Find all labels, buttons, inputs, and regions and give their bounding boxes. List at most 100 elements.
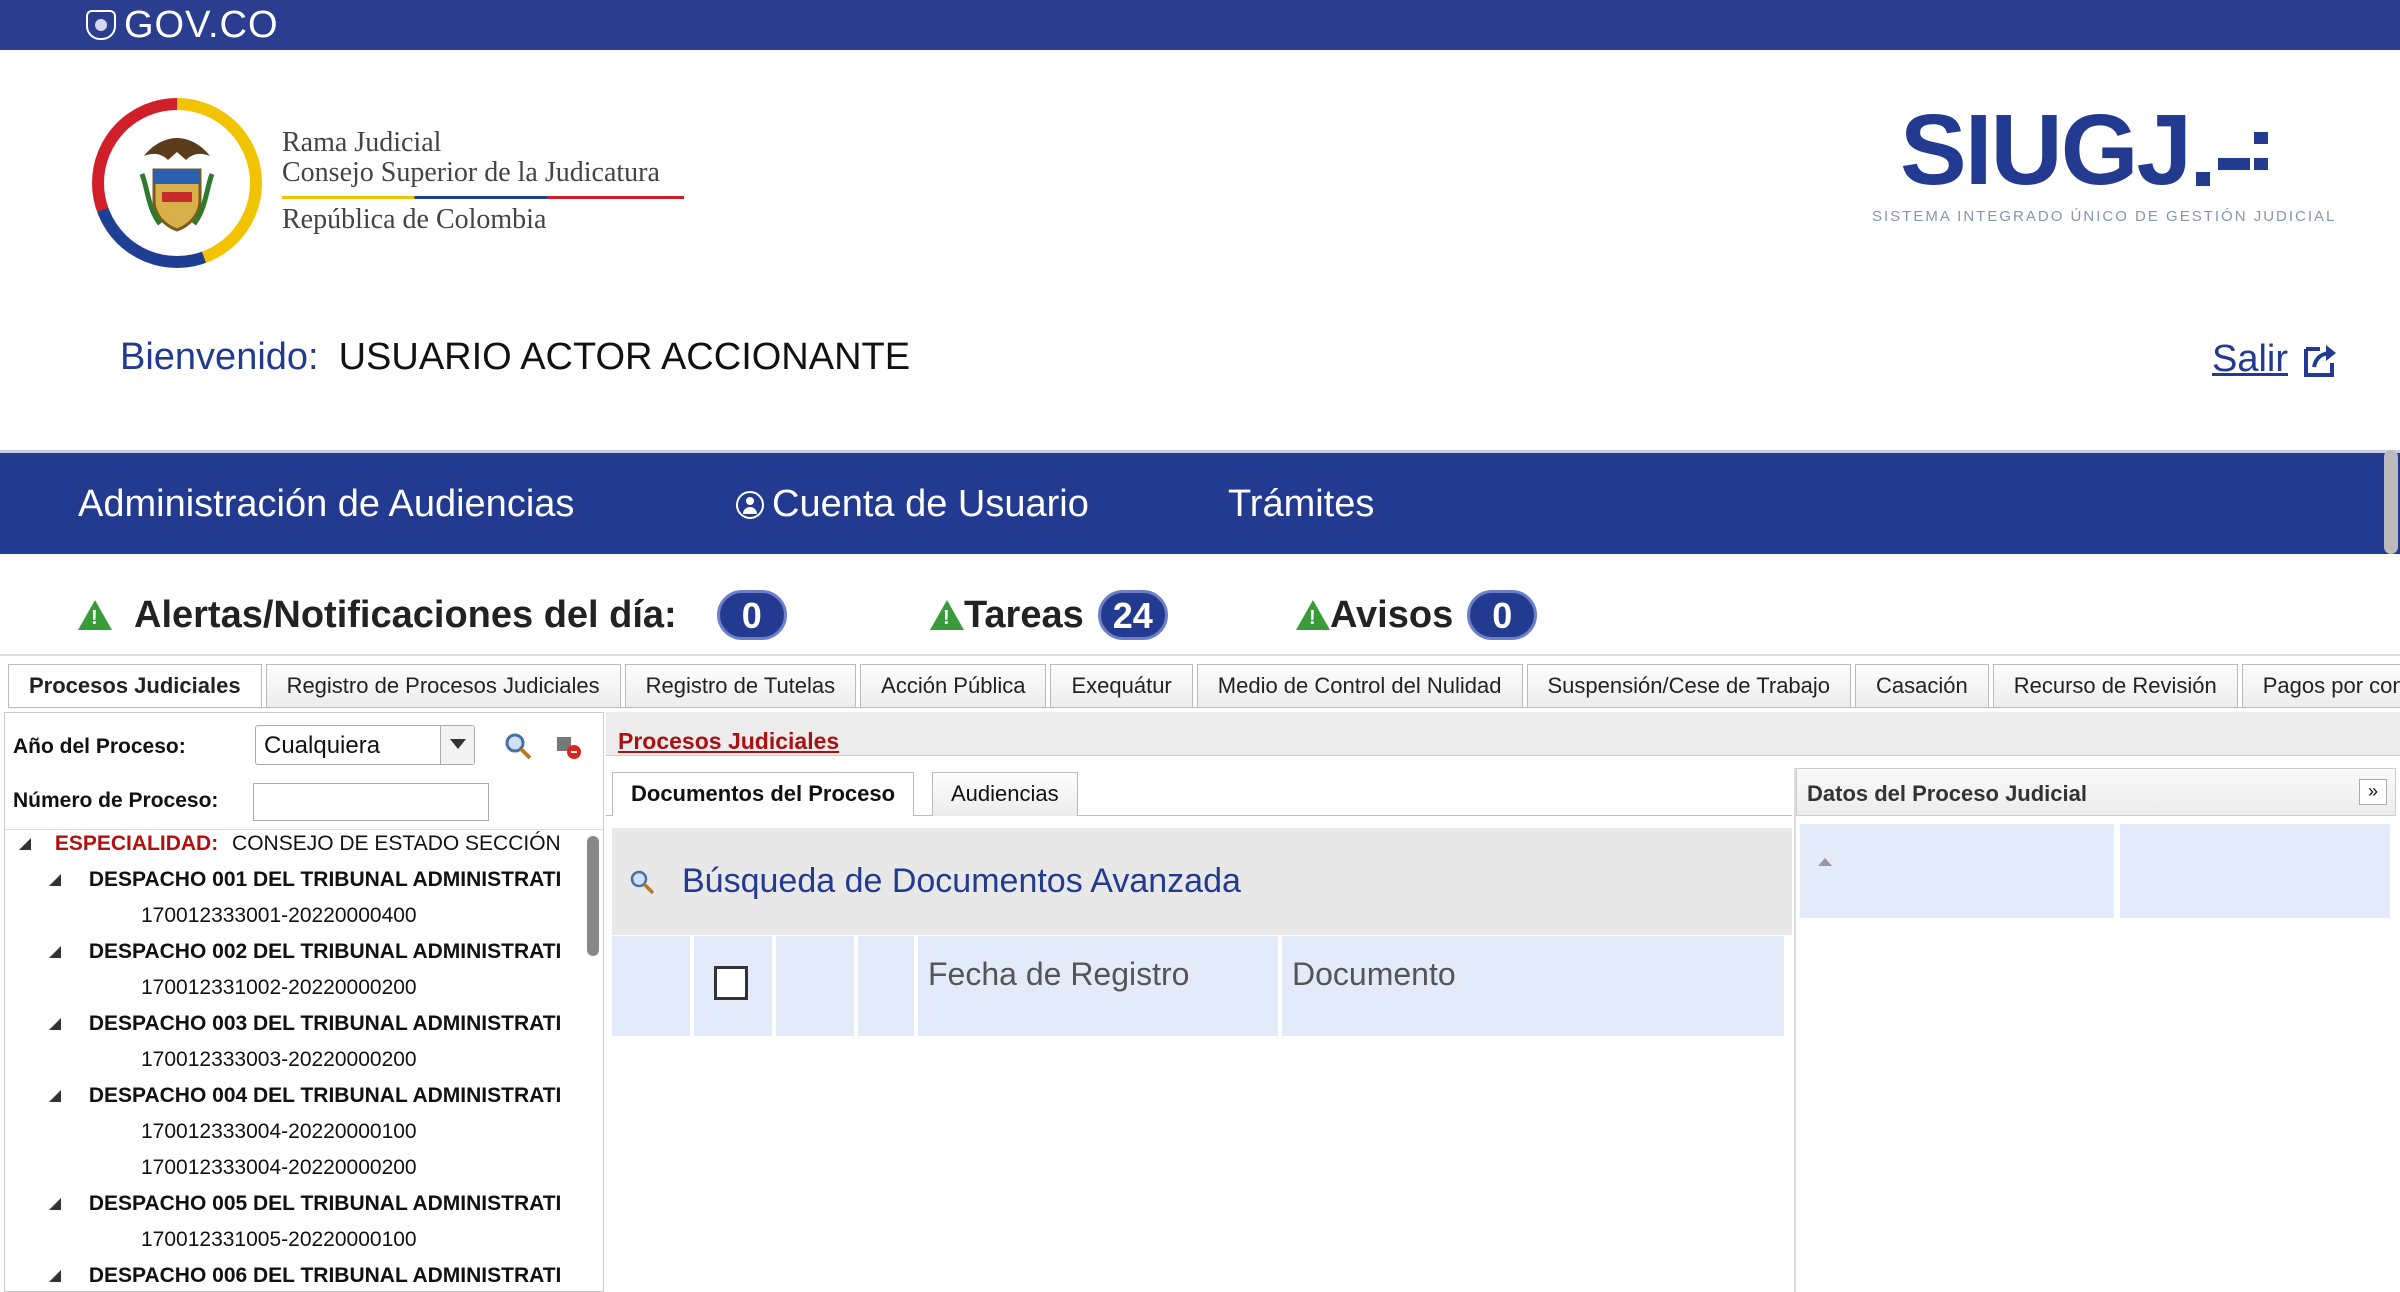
user-circle-icon bbox=[736, 490, 764, 519]
warning-icon bbox=[1296, 600, 1330, 630]
tree-proceso[interactable]: 170012333004-20220000200 bbox=[141, 1156, 417, 1180]
tree-despacho[interactable]: DESPACHO 004 DEL TRIBUNAL ADMINISTRATI bbox=[49, 1084, 561, 1108]
expand-icon bbox=[49, 1270, 61, 1282]
advanced-search-bar[interactable]: Búsqueda de Documentos Avanzada bbox=[612, 828, 1792, 938]
org-line3: República de Colombia bbox=[282, 204, 547, 235]
user-name: USUARIO ACTOR ACCIONANTE bbox=[338, 336, 911, 378]
tree-proceso[interactable]: 170012333001-20220000400 bbox=[141, 904, 417, 928]
tree-despacho[interactable]: DESPACHO 003 DEL TRIBUNAL ADMINISTRATI bbox=[49, 1012, 561, 1036]
alerts-label: Alertas/Notificaciones del día: bbox=[134, 593, 677, 636]
details-title: Datos del Proceso Judicial bbox=[1807, 781, 2087, 806]
gov-bar: GOV.CO bbox=[0, 0, 2400, 50]
nav-cuenta-usuario[interactable]: Cuenta de Usuario bbox=[736, 483, 1089, 526]
expand-icon bbox=[49, 874, 61, 886]
tab-registro-procesos[interactable]: Registro de Procesos Judiciales bbox=[265, 664, 621, 707]
column-header bbox=[612, 936, 690, 1036]
coat-of-arms-icon bbox=[139, 138, 215, 232]
process-tabs: Procesos Judiciales Registro de Procesos… bbox=[8, 664, 2400, 708]
main-nav: Administración de Audiencias Cuenta de U… bbox=[0, 450, 2400, 554]
alerts-notifications[interactable]: Alertas/Notificaciones del día: 0 bbox=[78, 590, 787, 640]
tree-proceso[interactable]: 170012333004-20220000100 bbox=[141, 1120, 417, 1144]
year-label: Año del Proceso: bbox=[13, 735, 186, 758]
nav-item-label: Trámites bbox=[1228, 483, 1375, 525]
logout-icon bbox=[2304, 344, 2337, 377]
process-details-panel: Datos del Proceso Judicial » bbox=[1794, 768, 2396, 1292]
nav-tramites[interactable]: Trámites bbox=[1228, 483, 1374, 526]
details-column-header[interactable] bbox=[1800, 824, 2114, 918]
tab-recurso-revision[interactable]: Recurso de Revisión bbox=[1992, 664, 2238, 707]
tree-scrollbar[interactable] bbox=[587, 836, 599, 956]
column-header-fecha-registro[interactable]: Fecha de Registro bbox=[918, 936, 1278, 1036]
welcome-banner: Bienvenido: USUARIO ACTOR ACCIONANTE bbox=[120, 336, 910, 379]
tab-medio-control-nulidad[interactable]: Medio de Control del Nulidad bbox=[1196, 664, 1523, 707]
tree-despacho[interactable]: DESPACHO 002 DEL TRIBUNAL ADMINISTRATI bbox=[49, 940, 561, 964]
collapse-panel-button[interactable]: » bbox=[2359, 779, 2387, 805]
logout-link[interactable]: Salir bbox=[2212, 338, 2340, 381]
sort-asc-icon bbox=[1818, 858, 1832, 866]
documents-table-header: Fecha de Registro Documento bbox=[612, 936, 1792, 1038]
tree-proceso[interactable]: 170012331002-20220000200 bbox=[141, 976, 417, 1000]
warning-icon bbox=[930, 600, 964, 630]
process-number-input[interactable] bbox=[253, 783, 489, 821]
details-column-header[interactable] bbox=[2120, 824, 2390, 918]
logout-label: Salir bbox=[2212, 338, 2289, 380]
avisos-count-badge: 0 bbox=[1467, 590, 1538, 640]
select-all-checkbox[interactable] bbox=[714, 966, 748, 1000]
tab-documentos-proceso[interactable]: Documentos del Proceso bbox=[612, 772, 915, 816]
tab-procesos-judiciales[interactable]: Procesos Judiciales bbox=[8, 664, 262, 707]
avisos[interactable]: Avisos 0 bbox=[1296, 590, 1538, 640]
tree-especialidad[interactable]: ESPECIALIDAD: CONSEJO DE ESTADO SECCIÓN bbox=[19, 832, 561, 856]
page-scrollbar[interactable] bbox=[2384, 450, 2398, 554]
clear-filter-icon[interactable] bbox=[553, 731, 583, 761]
chevron-down-icon bbox=[440, 726, 474, 764]
welcome-label: Bienvenido: bbox=[120, 336, 319, 378]
tree-despacho[interactable]: DESPACHO 006 DEL TRIBUNAL ADMINISTRATI bbox=[49, 1264, 561, 1288]
year-select-value: Cualquiera bbox=[264, 732, 381, 759]
tab-accion-publica[interactable]: Acción Pública bbox=[860, 664, 1047, 707]
document-subtabs: Documentos del Proceso Audiencias bbox=[606, 768, 1792, 816]
column-header-documento[interactable]: Documento bbox=[1282, 936, 1784, 1036]
expand-icon bbox=[49, 1198, 61, 1210]
tree-despacho[interactable]: DESPACHO 005 DEL TRIBUNAL ADMINISTRATI bbox=[49, 1192, 561, 1216]
tab-casacion[interactable]: Casación bbox=[1855, 664, 1989, 707]
year-select[interactable]: Cualquiera bbox=[255, 725, 475, 765]
process-filter-panel: Año del Proceso: Cualquiera Número de Pr… bbox=[4, 712, 604, 1292]
column-header bbox=[776, 936, 854, 1036]
select-all-cell bbox=[694, 936, 772, 1036]
nav-administracion-audiencias[interactable]: Administración de Audiencias bbox=[78, 483, 574, 526]
section-header: Procesos Judiciales bbox=[606, 712, 2400, 756]
tree-despacho[interactable]: DESPACHO 001 DEL TRIBUNAL ADMINISTRATI bbox=[49, 868, 561, 892]
org-line2: Consejo Superior de la Judicatura bbox=[282, 158, 684, 199]
expand-icon bbox=[49, 1018, 61, 1030]
search-icon bbox=[630, 870, 655, 894]
warning-icon bbox=[78, 600, 112, 630]
tareas-label: Tareas bbox=[964, 593, 1084, 636]
details-header: Datos del Proceso Judicial » bbox=[1796, 768, 2396, 816]
tab-suspension-cese[interactable]: Suspensión/Cese de Trabajo bbox=[1526, 664, 1852, 707]
tree-proceso[interactable]: 170012331005-20220000100 bbox=[141, 1228, 417, 1252]
siugj-subtitle: SISTEMA INTEGRADO ÚNICO DE GESTIÓN JUDIC… bbox=[1872, 208, 2337, 225]
search-icon[interactable] bbox=[503, 731, 533, 761]
avisos-label: Avisos bbox=[1330, 593, 1454, 636]
tab-audiencias[interactable]: Audiencias bbox=[932, 772, 1078, 816]
nav-item-label: Cuenta de Usuario bbox=[772, 483, 1089, 525]
expand-icon bbox=[49, 946, 61, 958]
tree-proceso[interactable]: 170012333003-20220000200 bbox=[141, 1048, 417, 1072]
tareas-count-badge: 24 bbox=[1097, 590, 1168, 640]
siugj-logo: SIUGJ SISTEMA INTEGRADO ÚNICO DE GESTIÓN… bbox=[1872, 100, 2334, 240]
tab-pagos-consignacion[interactable]: Pagos por consignaci bbox=[2241, 664, 2400, 707]
gov-co-label: GOV.CO bbox=[124, 3, 279, 46]
alerts-bar: Alertas/Notificaciones del día: 0 Tareas… bbox=[0, 556, 2400, 656]
tab-registro-tutelas[interactable]: Registro de Tutelas bbox=[624, 664, 857, 707]
expand-icon bbox=[19, 838, 31, 850]
gov-shield-icon bbox=[86, 10, 116, 40]
gov-co-logo[interactable]: GOV.CO bbox=[86, 4, 279, 46]
procesos-judiciales-link[interactable]: Procesos Judiciales bbox=[618, 728, 839, 755]
tab-exequatur[interactable]: Exequátur bbox=[1050, 664, 1193, 707]
nav-item-label: Administración de Audiencias bbox=[78, 483, 575, 525]
org-line1: Rama Judicial bbox=[282, 127, 442, 158]
expand-icon bbox=[49, 1090, 61, 1102]
tareas[interactable]: Tareas 24 bbox=[930, 590, 1168, 640]
advanced-search-title: Búsqueda de Documentos Avanzada bbox=[682, 862, 1241, 900]
column-header bbox=[858, 936, 914, 1036]
